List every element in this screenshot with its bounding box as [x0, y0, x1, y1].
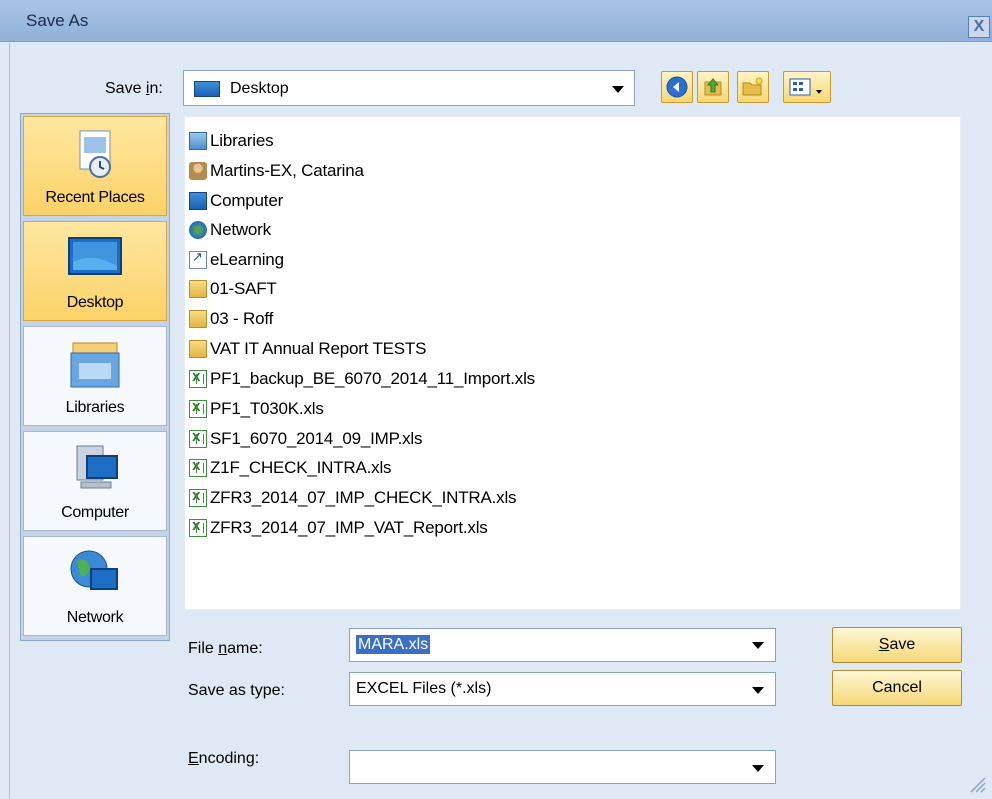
computer-icon [76, 445, 118, 489]
save-in-dropdown[interactable]: Desktop [183, 70, 635, 106]
excel-file-icon [189, 370, 207, 388]
list-item[interactable]: VAT IT Annual Report TESTS [189, 336, 426, 362]
folder-icon [189, 280, 207, 298]
excel-file-icon [189, 400, 207, 418]
new-folder-icon [742, 77, 763, 96]
title-bar: Save As X [0, 0, 992, 42]
file-name-combo[interactable]: MARA.xls [349, 628, 776, 662]
excel-file-icon [189, 430, 207, 448]
computer-icon [189, 192, 207, 210]
place-label: Computer [61, 504, 129, 521]
list-item[interactable]: PF1_backup_BE_6070_2014_11_Import.xls [189, 366, 535, 392]
network-icon [189, 221, 207, 239]
list-item[interactable]: Computer [189, 188, 283, 214]
place-network[interactable]: Network [23, 536, 167, 636]
save-in-label: Save in: [105, 80, 163, 97]
list-item[interactable]: Network [189, 217, 271, 243]
resize-grip-icon[interactable] [966, 773, 986, 793]
up-folder-button[interactable] [697, 71, 729, 103]
save-in-value: Desktop [230, 80, 289, 97]
list-item[interactable]: 03 - Roff [189, 306, 273, 332]
place-label: Desktop [66, 294, 124, 311]
new-folder-button[interactable] [737, 71, 769, 103]
shortcut-icon [189, 250, 207, 269]
chevron-down-icon [752, 687, 764, 694]
recent-places-icon [79, 130, 111, 178]
encoding-label: Encoding: [188, 750, 260, 767]
excel-file-icon [189, 519, 207, 537]
library-icon [189, 132, 207, 150]
place-libraries[interactable]: Libraries [23, 326, 167, 426]
desktop-icon [68, 237, 122, 275]
save-as-type-value: EXCEL Files (*.xls) [356, 680, 492, 697]
close-button[interactable]: X [968, 16, 990, 38]
place-desktop[interactable]: Desktop [23, 221, 167, 321]
list-item[interactable]: 01-SAFT [189, 276, 277, 302]
list-item[interactable]: Martins-EX, Catarina [189, 158, 364, 184]
libraries-icon [70, 342, 120, 388]
window-title: Save As [26, 11, 89, 30]
folder-icon [189, 310, 207, 328]
save-button[interactable]: Save [832, 627, 962, 663]
list-item[interactable]: PF1_T030K.xls [189, 396, 324, 422]
cancel-button[interactable]: Cancel [832, 670, 962, 706]
place-computer[interactable]: Computer [23, 431, 167, 531]
up-folder-icon [704, 78, 722, 96]
place-label: Recent Places [45, 189, 145, 206]
view-menu-button[interactable] [783, 71, 831, 103]
save-as-type-label: Save as type: [188, 682, 285, 699]
save-as-type-dropdown[interactable]: EXCEL Files (*.xls) [349, 672, 776, 706]
encoding-dropdown[interactable] [349, 750, 776, 784]
file-name-label: File name: [188, 640, 263, 657]
places-bar: Recent Places Desktop Libraries Computer… [20, 113, 170, 641]
chevron-down-icon [752, 765, 764, 772]
list-item[interactable]: eLearning [189, 247, 284, 273]
list-item[interactable]: ZFR3_2014_07_IMP_CHECK_INTRA.xls [189, 485, 517, 511]
list-item[interactable]: SF1_6070_2014_09_IMP.xls [189, 426, 422, 452]
file-list[interactable]: Libraries Martins-EX, Catarina Computer … [184, 116, 961, 610]
folder-icon [189, 340, 207, 358]
list-item[interactable]: Z1F_CHECK_INTRA.xls [189, 455, 392, 481]
chevron-down-icon [612, 86, 624, 93]
desktop-small-icon [194, 81, 220, 97]
file-name-input[interactable]: MARA.xls [356, 635, 431, 654]
excel-file-icon [189, 459, 207, 477]
user-icon [189, 162, 207, 180]
place-recent-places[interactable]: Recent Places [23, 116, 167, 216]
place-label: Network [66, 609, 124, 626]
place-label: Libraries [65, 399, 125, 416]
view-menu-icon [789, 78, 822, 96]
network-icon [70, 550, 118, 590]
list-item[interactable]: Libraries [189, 128, 274, 154]
back-icon [666, 76, 688, 98]
chevron-down-icon [752, 642, 764, 649]
back-button[interactable] [661, 71, 693, 103]
excel-file-icon [189, 489, 207, 507]
list-item[interactable]: ZFR3_2014_07_IMP_VAT_Report.xls [189, 515, 488, 541]
